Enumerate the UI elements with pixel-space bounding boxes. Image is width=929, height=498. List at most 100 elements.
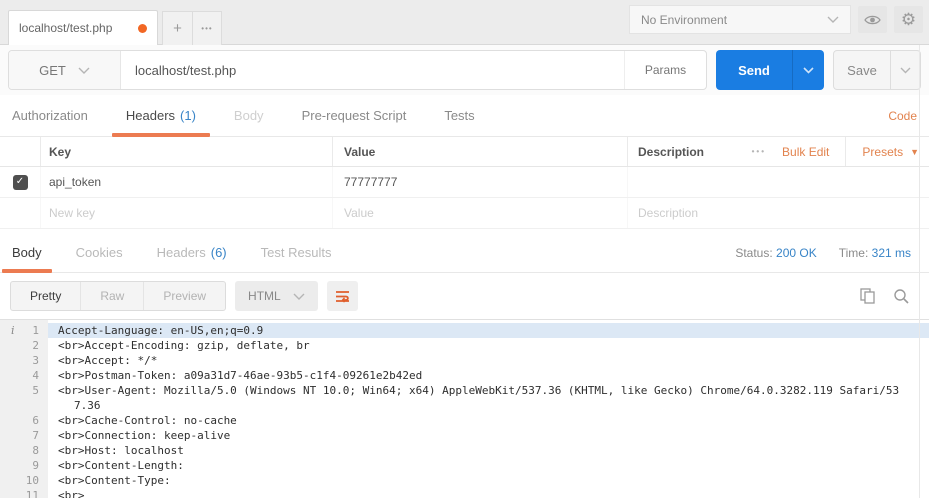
row-checkbox[interactable]: ✓ (12, 174, 28, 190)
view-mode-pretty[interactable]: Pretty (11, 282, 82, 310)
send-options-button[interactable] (792, 50, 824, 90)
headers-editor: Key Value Description ••• Bulk Edit Pres… (0, 137, 929, 229)
more-options-icon[interactable]: ••• (752, 147, 766, 156)
line-number: 10 (25, 474, 39, 487)
tab-pre-request-script[interactable]: Pre-request Script (302, 95, 407, 136)
request-tabs: Authorization Headers (1) Body Pre-reque… (0, 95, 929, 137)
environment-quick-look-button[interactable] (858, 6, 887, 33)
tab-strip: localhost/test.php + ••• No Environment … (0, 0, 929, 45)
response-body-viewer[interactable]: i 1 Accept-Language: en-US,en;q=0.9 2 <br… (0, 319, 929, 498)
request-tab[interactable]: localhost/test.php (8, 10, 158, 45)
header-row: ✓ (0, 167, 929, 198)
code-text: <br>Host: localhost (58, 444, 184, 457)
tab-tests[interactable]: Tests (444, 95, 474, 136)
time-label: Time: (838, 245, 869, 260)
code-text: <br>Content-Type: (58, 474, 171, 487)
search-icon[interactable] (893, 288, 909, 304)
environment-selector[interactable]: No Environment (629, 5, 851, 34)
new-header-row (0, 198, 929, 229)
description-input[interactable] (638, 175, 929, 189)
code-line: 3 <br>Accept: */* (0, 353, 929, 368)
line-number: 1 (32, 324, 39, 337)
request-builder: GET Params Send Save (0, 45, 929, 95)
header-actions: ••• Bulk Edit Presets ▼ (752, 137, 929, 166)
code-text: <br>Connection: keep-alive (58, 429, 231, 442)
format-label: HTML (248, 289, 281, 303)
topbar-right: No Environment ⚙ (629, 5, 923, 34)
response-headers-count-badge: (6) (210, 245, 227, 260)
status-value[interactable]: 200 OK (776, 246, 817, 260)
code-link[interactable]: Code (888, 109, 917, 123)
code-text: <br> (58, 489, 85, 498)
code-line: 5 <br>User-Agent: Mozilla/5.0 (Windows N… (0, 383, 929, 413)
line-number: 3 (32, 354, 39, 367)
url-input[interactable] (121, 51, 624, 89)
code-line: 10 <br>Content-Type: (0, 473, 929, 488)
response-tab-body[interactable]: Body (2, 233, 52, 273)
wrap-text-button[interactable] (326, 281, 358, 311)
code-text: <br>User-Agent: Mozilla/5.0 (Windows NT … (58, 384, 900, 412)
tab-authorization[interactable]: Authorization (12, 95, 88, 136)
view-mode-raw[interactable]: Raw (81, 282, 145, 310)
response-tab-test-results[interactable]: Test Results (261, 233, 332, 272)
column-header-value: Value (332, 137, 627, 166)
new-tab-button[interactable]: + (163, 12, 192, 45)
tab-body[interactable]: Body (234, 95, 264, 136)
method-selector[interactable]: GET (9, 51, 121, 89)
new-description-input[interactable] (638, 206, 929, 220)
settings-button[interactable]: ⚙ (894, 6, 923, 33)
column-header-description: Description (627, 137, 752, 166)
more-tabs-button[interactable]: ••• (192, 12, 221, 45)
url-box: GET Params (8, 50, 707, 90)
new-key-input[interactable] (49, 206, 332, 220)
code-line: 4 <br>Postman-Token: a09a31d7-46ae-93b5-… (0, 368, 929, 383)
response-toolbar-right (860, 287, 919, 305)
eye-icon (864, 15, 881, 24)
code-text: <br>Cache-Control: no-cache (58, 414, 237, 427)
params-button[interactable]: Params (624, 51, 706, 89)
send-button[interactable]: Send (716, 50, 792, 90)
environment-label: No Environment (641, 12, 728, 27)
presets-dropdown[interactable]: Presets ▼ (845, 137, 919, 166)
column-header-key: Key (40, 137, 332, 166)
line-number: 8 (32, 444, 39, 457)
chevron-down-icon (293, 293, 305, 300)
code-line: 6 <br>Cache-Control: no-cache (0, 413, 929, 428)
code-text: <br>Postman-Token: a09a31d7-46ae-93b5-c1… (58, 369, 423, 382)
code-text: <br>Content-Length: (58, 459, 184, 472)
unsaved-changes-dot (138, 23, 147, 33)
line-number: 6 (32, 414, 39, 427)
code-line: 7 <br>Connection: keep-alive (0, 428, 929, 443)
line-number: 9 (32, 459, 39, 472)
headers-count-badge: (1) (180, 108, 196, 123)
chevron-down-icon (803, 66, 814, 74)
chevron-down-icon (827, 16, 839, 23)
method-label: GET (39, 62, 66, 78)
key-input[interactable] (49, 175, 332, 189)
time-value[interactable]: 321 ms (872, 246, 911, 260)
save-button[interactable]: Save (834, 51, 890, 89)
format-selector[interactable]: HTML (235, 281, 318, 311)
code-line: 9 <br>Content-Length: (0, 458, 929, 473)
view-mode-preview[interactable]: Preview (144, 282, 225, 310)
caret-down-icon: ▼ (910, 146, 919, 157)
send-button-group: Send (716, 50, 824, 90)
line-number: 5 (32, 384, 39, 397)
info-icon[interactable]: i (11, 323, 15, 338)
value-input[interactable] (344, 175, 627, 189)
line-number: 2 (32, 339, 39, 352)
save-button-group: Save (833, 50, 921, 90)
line-number: 4 (32, 369, 39, 382)
response-tabs: Body Cookies Headers (6) Test Results St… (0, 233, 929, 273)
copy-icon[interactable] (860, 287, 876, 305)
response-tab-cookies[interactable]: Cookies (76, 233, 123, 272)
request-tab-title: localhost/test.php (19, 21, 113, 35)
response-tab-headers[interactable]: Headers (6) (157, 233, 227, 272)
new-value-input[interactable] (344, 206, 627, 220)
code-text: <br>Accept-Encoding: gzip, deflate, br (58, 339, 310, 352)
save-options-button[interactable] (890, 51, 920, 89)
gear-icon: ⚙ (900, 10, 917, 29)
tab-headers[interactable]: Headers (1) (111, 95, 210, 137)
bulk-edit-link[interactable]: Bulk Edit (782, 145, 829, 159)
code-line: 8 <br>Host: localhost (0, 443, 929, 458)
